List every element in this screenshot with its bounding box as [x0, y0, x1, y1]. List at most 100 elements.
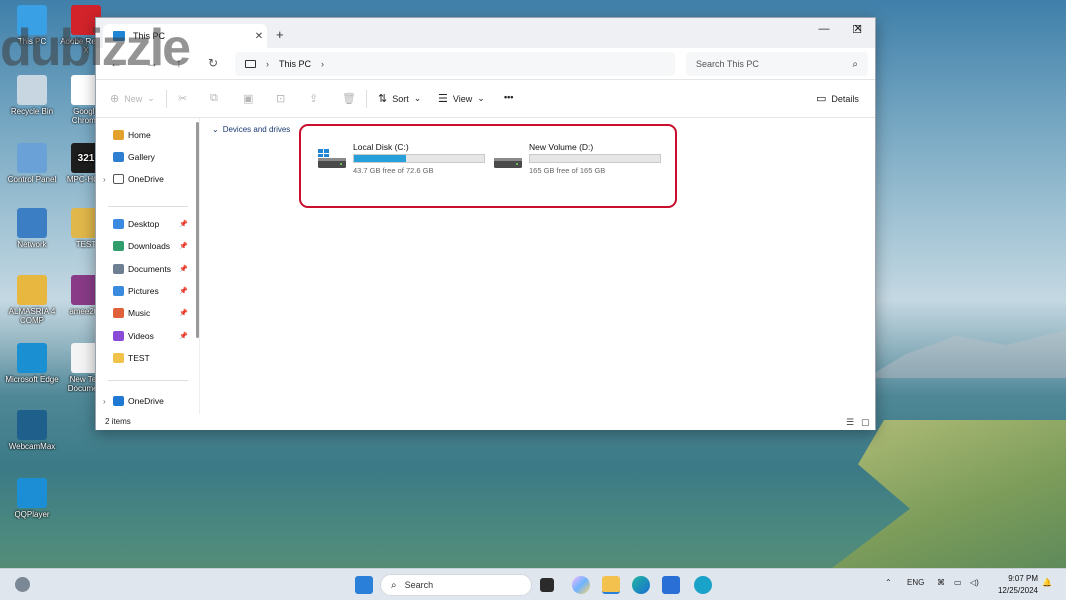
more-options-button[interactable]: ••• [504, 92, 513, 102]
address-input[interactable]: › This PC › [235, 52, 675, 76]
sidebar-item-label: Gallery [128, 152, 155, 162]
pin-icon: 📌 [179, 332, 188, 340]
start-icon[interactable] [355, 576, 373, 594]
details-view-icon[interactable]: ☰ [846, 417, 854, 428]
chevron-up-icon[interactable]: ⌃ [885, 578, 892, 587]
task-view-icon[interactable] [540, 578, 554, 592]
pin-icon: 📌 [179, 287, 188, 295]
sidebar-item-onedrive[interactable]: › OneDrive [96, 392, 196, 410]
breadcrumb-this-pc[interactable]: This PC [279, 59, 311, 69]
details-button[interactable]: ▭ Details [816, 92, 859, 105]
command-bar: ⊕ New ⌄ ✂ ⧉ ▣ ⊡ ⇪ 🗑 ⇅ Sort ⌄ ☰ View ⌄ ••… [96, 80, 875, 118]
content-pane: ⌄ Devices and drives Local Disk (C:) 43.7… [202, 118, 875, 414]
paste-button[interactable]: ▣ [243, 92, 253, 105]
new-tab-button[interactable]: + [276, 27, 284, 42]
network-tray-icon[interactable]: ⌘ [937, 578, 945, 587]
sort-button[interactable]: ⇅ Sort ⌄ [378, 92, 421, 105]
this-pc-icon [113, 31, 125, 41]
desktop-icon-label: Network [17, 240, 47, 249]
desktop-icon-item[interactable]: Control Panel [5, 143, 59, 184]
chevron-right-icon[interactable]: › [321, 59, 324, 69]
edge-taskbar-icon[interactable] [632, 576, 650, 594]
desktop-icon [113, 219, 124, 229]
cut-button[interactable]: ✂ [178, 92, 187, 105]
display-tray-icon[interactable]: ▭ [954, 578, 962, 587]
volume-icon[interactable]: ◁) [970, 578, 979, 587]
recycle-bin-icon [17, 75, 47, 105]
desktop-icon-item[interactable]: Network [5, 208, 59, 249]
desktop-icon-label: QQPlayer [14, 510, 50, 519]
devices-group-header[interactable]: ⌄ Devices and drives [212, 125, 290, 134]
toolbar-divider [166, 90, 167, 108]
language-indicator[interactable]: ENG [907, 578, 924, 587]
desktop-icon-item[interactable]: ALMASRIA 4 COMP [5, 275, 59, 325]
sidebar-item-home[interactable]: Home [96, 126, 196, 144]
videos-icon [113, 330, 124, 341]
folder-icon [17, 275, 47, 305]
onedrive-icon [113, 174, 124, 184]
taskbar-search-placeholder: Search [404, 580, 434, 590]
desktop-icon-label: Recycle Bin [10, 107, 54, 116]
tab-close-icon[interactable]: ✕ [251, 31, 267, 42]
expand-arrow-icon[interactable]: › [103, 397, 113, 406]
desktop-icon-item[interactable]: This PC [5, 5, 59, 46]
sort-icon: ⇅ [378, 93, 388, 105]
chevron-down-icon: ⌄ [212, 125, 219, 134]
taskbar-search-input[interactable]: ⌕ Search [380, 574, 532, 596]
clock[interactable]: 9:07 PM 12/25/2024 [992, 573, 1038, 597]
new-button[interactable]: ⊕ New ⌄ [110, 92, 155, 105]
sidebar-item-onedrive[interactable]: › OneDrive [96, 170, 196, 188]
trash-icon: 🗑 [342, 93, 356, 105]
sidebar-item-desktop[interactable]: Desktop 📌 [96, 215, 196, 233]
pictures-icon [113, 285, 124, 296]
delete-button[interactable]: 🗑 [342, 92, 356, 105]
sidebar-item-test[interactable]: TEST [96, 349, 196, 367]
close-button[interactable]: ✕ [848, 22, 868, 35]
sidebar-item-downloads[interactable]: Downloads 📌 [96, 237, 196, 255]
desktop-icon-item[interactable]: Microsoft Edge [5, 343, 59, 384]
desktop-icon-item[interactable]: QQPlayer [5, 478, 59, 519]
store-icon[interactable] [662, 576, 680, 594]
rename-button[interactable]: ⊡ [276, 92, 285, 105]
back-arrow-icon[interactable]: ← [110, 56, 122, 70]
sidebar-item-music[interactable]: Music 📌 [96, 304, 196, 322]
documents-icon [113, 263, 124, 274]
webcammax-taskbar-icon[interactable] [694, 576, 712, 594]
forward-arrow-icon[interactable]: → [146, 56, 158, 70]
chevron-right-icon: › [266, 59, 269, 69]
chevron-down-icon: ⌄ [477, 93, 485, 103]
sidebar-item-videos[interactable]: Videos 📌 [96, 327, 196, 345]
weather-icon[interactable] [15, 577, 30, 592]
details-label: Details [831, 93, 859, 104]
minimize-button[interactable]: — [809, 23, 839, 35]
tab-this-pc[interactable]: This PC ✕ [103, 24, 267, 48]
sidebar-item-documents[interactable]: Documents 📌 [96, 260, 196, 278]
tiles-view-icon[interactable]: ▢ [861, 417, 870, 428]
view-button[interactable]: ☰ View ⌄ [438, 92, 485, 105]
time: 9:07 PM [1008, 574, 1038, 583]
desktop-icon-label: ALMASRIA 4 COMP [8, 307, 56, 325]
network-icon [17, 208, 47, 238]
share-button[interactable]: ⇪ [309, 92, 318, 105]
group-label: Devices and drives [222, 125, 291, 134]
refresh-icon[interactable]: ↻ [208, 56, 218, 70]
shore-background [832, 420, 1066, 568]
search-input[interactable]: Search This PC ⌕ [686, 52, 868, 76]
sidebar-item-gallery[interactable]: Gallery [96, 148, 196, 166]
toolbar-divider [366, 90, 367, 108]
sidebar-scrollbar[interactable] [196, 122, 199, 338]
file-explorer-taskbar-icon[interactable] [602, 576, 620, 594]
new-label: New [124, 93, 143, 104]
desktop-icon-item[interactable]: Recycle Bin [5, 75, 59, 116]
copy-button[interactable]: ⧉ [210, 92, 218, 105]
expand-arrow-icon[interactable]: › [103, 175, 113, 184]
up-arrow-icon[interactable]: ↑ [176, 56, 182, 70]
sidebar-item-pictures[interactable]: Pictures 📌 [96, 282, 196, 300]
sidebar-item-label: OneDrive [128, 396, 164, 406]
pin-icon: 📌 [179, 265, 188, 273]
paste-icon: ▣ [243, 93, 254, 105]
copilot-icon[interactable] [572, 576, 590, 594]
chevron-down-icon: ⌄ [413, 93, 422, 103]
notification-bell-icon[interactable]: 🔔 [1042, 578, 1052, 587]
desktop-icon-item[interactable]: WebcamMax [5, 410, 59, 451]
